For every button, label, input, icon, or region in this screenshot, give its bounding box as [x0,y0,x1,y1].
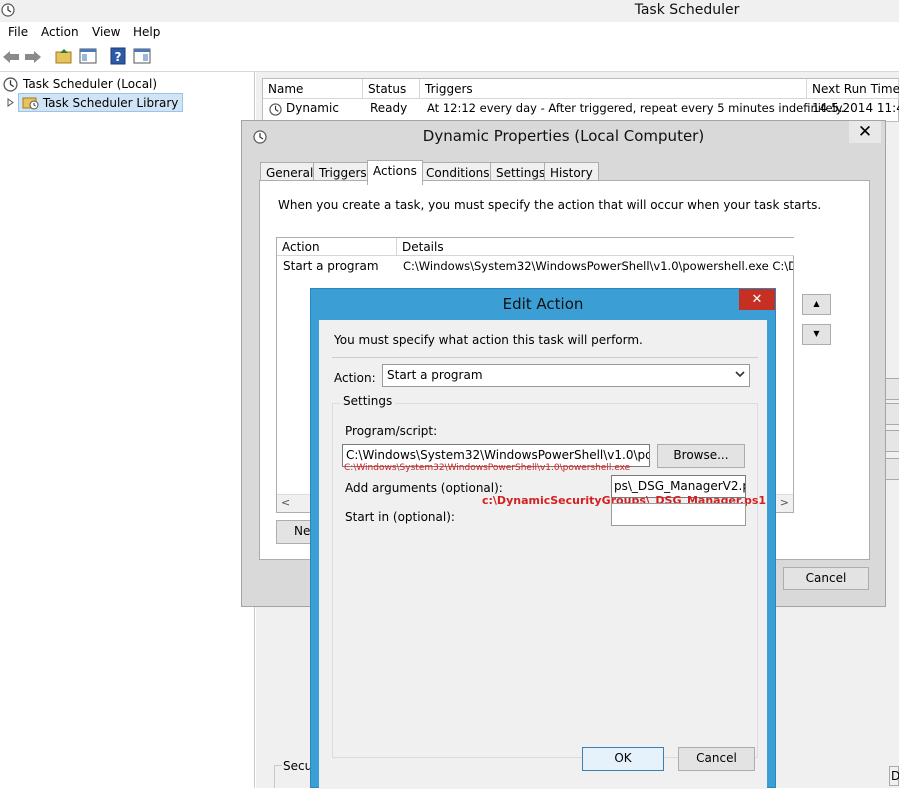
side-button[interactable] [884,403,899,425]
background-button-partial[interactable]: D [889,766,899,786]
tree-root-label[interactable]: Task Scheduler (Local) [23,77,157,91]
show-hide-tree-icon[interactable] [79,47,97,65]
dialog-title: Edit Action [502,295,584,313]
tree-item-label: Task Scheduler Library [42,96,179,110]
add-arguments-label: Add arguments (optional): [345,481,503,495]
browse-button[interactable]: Browse... [657,444,745,468]
folder-up-icon[interactable] [55,47,73,65]
settings-group-label: Settings [340,394,396,408]
forward-arrow-icon[interactable] [24,49,42,65]
help-icon[interactable]: ? [110,47,126,65]
svg-text:?: ? [115,50,122,64]
close-icon: ✕ [857,122,873,142]
expand-arrow-icon[interactable] [7,98,15,107]
side-button[interactable] [884,458,899,480]
edit-action-dialog: Edit Action ✕ You must specify what acti… [310,288,776,789]
folder-clock-icon [22,95,39,110]
security-group-frame: Secur [274,759,319,788]
column-header-details[interactable]: Details [397,238,794,256]
cancel-button[interactable]: Cancel [678,747,755,771]
scroll-left-icon[interactable]: < [281,496,290,509]
toolbar: ? [0,42,899,72]
program-annotation: C:\Windows\System32\WindowsPowerShell\v1… [344,463,631,473]
down-arrow-icon: ▼ [813,329,820,338]
scroll-right-icon[interactable]: > [780,496,789,509]
clock-icon [3,77,18,92]
menu-file[interactable]: File [8,25,28,39]
column-header-next-run-time[interactable]: Next Run Time [807,79,899,99]
column-header-action[interactable]: Action [277,238,397,256]
show-hide-action-pane-icon[interactable] [133,47,151,65]
title-bar: Task Scheduler [0,0,899,22]
start-in-label: Start in (optional): [345,510,455,524]
actions-description: When you create a task, you must specify… [278,198,822,212]
column-header-status[interactable]: Status [363,79,420,99]
close-button[interactable]: ✕ [739,289,775,310]
tree-item-task-scheduler-library[interactable]: Task Scheduler Library [18,93,184,112]
column-header-name[interactable]: Name [263,79,363,99]
edit-action-description: You must specify what action this task w… [334,333,643,347]
task-name: Dynamic [286,101,339,115]
menu-view[interactable]: View [92,25,120,39]
move-up-button[interactable]: ▲ [802,294,831,315]
back-arrow-icon[interactable] [2,49,20,65]
program-script-label: Program/script: [345,424,438,438]
start-in-field[interactable] [611,503,746,526]
navigation-tree: Task Scheduler (Local) Task Scheduler Li… [0,72,255,788]
side-button[interactable] [884,378,899,400]
close-icon: ✕ [751,292,763,307]
task-triggers: At 12:12 every day - After triggered, re… [427,101,845,115]
menu-help[interactable]: Help [133,25,160,39]
dialog-title: Dynamic Properties (Local Computer) [422,127,705,145]
tab-actions[interactable]: Actions [367,160,423,185]
column-header-triggers[interactable]: Triggers [420,79,807,99]
cancel-button[interactable]: Cancel [783,567,869,590]
action-label: Action: [334,371,376,385]
action-dropdown-value: Start a program [387,368,483,382]
dialog-body: You must specify what action this task w… [319,320,767,789]
side-button[interactable] [884,430,899,452]
up-arrow-icon: ▲ [813,299,820,308]
window-title: Task Scheduler [634,2,740,18]
move-down-button[interactable]: ▼ [802,324,831,345]
menu-action[interactable]: Action [41,25,79,39]
task-status: Ready [370,101,408,115]
ok-button[interactable]: OK [582,747,664,771]
chevron-down-icon [735,367,745,384]
action-dropdown[interactable]: Start a program [382,364,750,387]
task-list: Name Status Triggers Next Run Time Dynam… [262,78,899,122]
action-details: C:\Windows\System32\WindowsPowerShell\v1… [403,259,793,273]
separator [332,357,758,358]
action-type: Start a program [283,259,379,273]
close-button[interactable]: ✕ [849,121,881,143]
menu-bar: File Action View Help [0,22,899,42]
clock-icon [269,103,282,116]
task-next-run: 14.5.2014 11:47:0 [812,101,899,115]
